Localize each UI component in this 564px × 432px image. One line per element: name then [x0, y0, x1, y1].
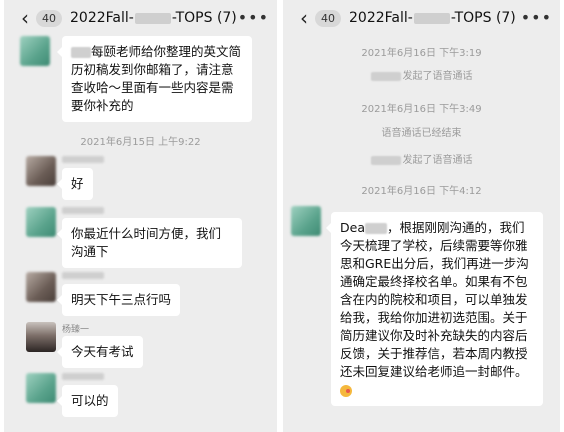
title-prefix: 2022Fall-	[349, 10, 413, 26]
message-text: 每颐老师给你整理的英文简历初稿发到你邮箱了，请注意查收哈～里面有一些内容是需要你…	[71, 44, 242, 113]
title-suffix: -TOPS	[171, 10, 213, 26]
chat-header: ‹ 40 2022Fall- -TOPS (7) •••	[283, 0, 560, 36]
message-bubble[interactable]: Dea ，根据刚刚沟通的，我们今天梳理了学校，后续需要等你雅思和GRE出分后，我们…	[326, 212, 543, 406]
message-text: 明天下午三点行吗	[71, 292, 172, 307]
message-bubble[interactable]: 可以的	[57, 385, 118, 417]
message-text: 可以的	[71, 393, 109, 408]
title-blur	[134, 12, 171, 24]
sender-name-blur	[62, 373, 104, 380]
more-options-icon[interactable]: •••	[238, 8, 269, 27]
title-suffix: -TOPS	[450, 10, 492, 26]
timestamp: 2021年6月16日 下午3:19	[361, 48, 482, 59]
avatar[interactable]	[26, 207, 56, 237]
message-bubble[interactable]: 你最近什么时间方便，我们沟通下	[57, 218, 242, 268]
left-chat-panel: ‹ 40 2022Fall- -TOPS (7) ••• 每颐老师给你整理的英文简…	[4, 0, 277, 432]
name-blur	[71, 47, 91, 58]
member-count: (7)	[495, 10, 516, 26]
message-text: 好	[71, 176, 84, 191]
system-message: 语音通话已经结束	[381, 128, 462, 139]
member-count: (7)	[216, 10, 237, 26]
timestamp: 2021年6月16日 下午4:12	[361, 186, 482, 197]
timestamp: 2021年6月15日 上午9:22	[80, 137, 201, 148]
sender-name-blur	[62, 156, 104, 163]
greeting-text: Dea	[340, 220, 365, 235]
chat-header: ‹ 40 2022Fall- -TOPS (7) •••	[4, 0, 277, 36]
avatar[interactable]	[20, 36, 50, 66]
unread-count-badge: 40	[36, 9, 62, 27]
sender-name: 杨臻一	[62, 325, 90, 335]
system-message: 发起了语音通话	[283, 151, 560, 166]
timestamp: 2021年6月16日 下午3:49	[361, 104, 482, 115]
name-blur	[370, 71, 401, 81]
name-blur	[364, 223, 387, 234]
avatar[interactable]	[26, 272, 56, 302]
sender-name-blur	[62, 207, 104, 214]
message-text: 你最近什么时间方便，我们沟通下	[71, 226, 222, 259]
unread-count-badge: 40	[315, 9, 341, 27]
message-bubble[interactable]: 每颐老师给你整理的英文简历初稿发到你邮箱了，请注意查收哈～里面有一些内容是需要你…	[57, 36, 252, 122]
system-message: 发起了语音通话	[283, 67, 560, 82]
message-bubble[interactable]: 好	[57, 168, 93, 200]
avatar[interactable]	[26, 373, 56, 403]
sender-name-blur	[62, 272, 104, 279]
message-bubble[interactable]: 明天下午三点行吗	[56, 284, 181, 316]
name-blur	[370, 155, 401, 165]
back-chevron-icon[interactable]: ‹	[16, 8, 34, 28]
avatar[interactable]	[291, 206, 321, 236]
chat-title: 2022Fall- -TOPS (7)	[70, 10, 237, 26]
more-options-icon[interactable]: •••	[521, 8, 552, 27]
avatar[interactable]	[26, 322, 56, 352]
title-prefix: 2022Fall-	[70, 10, 134, 26]
title-blur	[413, 12, 450, 24]
chat-title: 2022Fall- -TOPS (7)	[349, 10, 516, 26]
message-bubble[interactable]: 今天有考试	[57, 336, 143, 368]
avatar[interactable]	[26, 156, 56, 186]
message-text: 今天有考试	[71, 344, 134, 359]
kiss-emoji-icon	[340, 384, 352, 397]
back-chevron-icon[interactable]: ‹	[295, 8, 313, 28]
message-text: ，根据刚刚沟通的，我们今天梳理了学校，后续需要等你雅思和GRE出分后，我们再进一…	[340, 220, 529, 379]
right-chat-panel: ‹ 40 2022Fall- -TOPS (7) ••• 2021年6月16日 下…	[283, 0, 560, 432]
